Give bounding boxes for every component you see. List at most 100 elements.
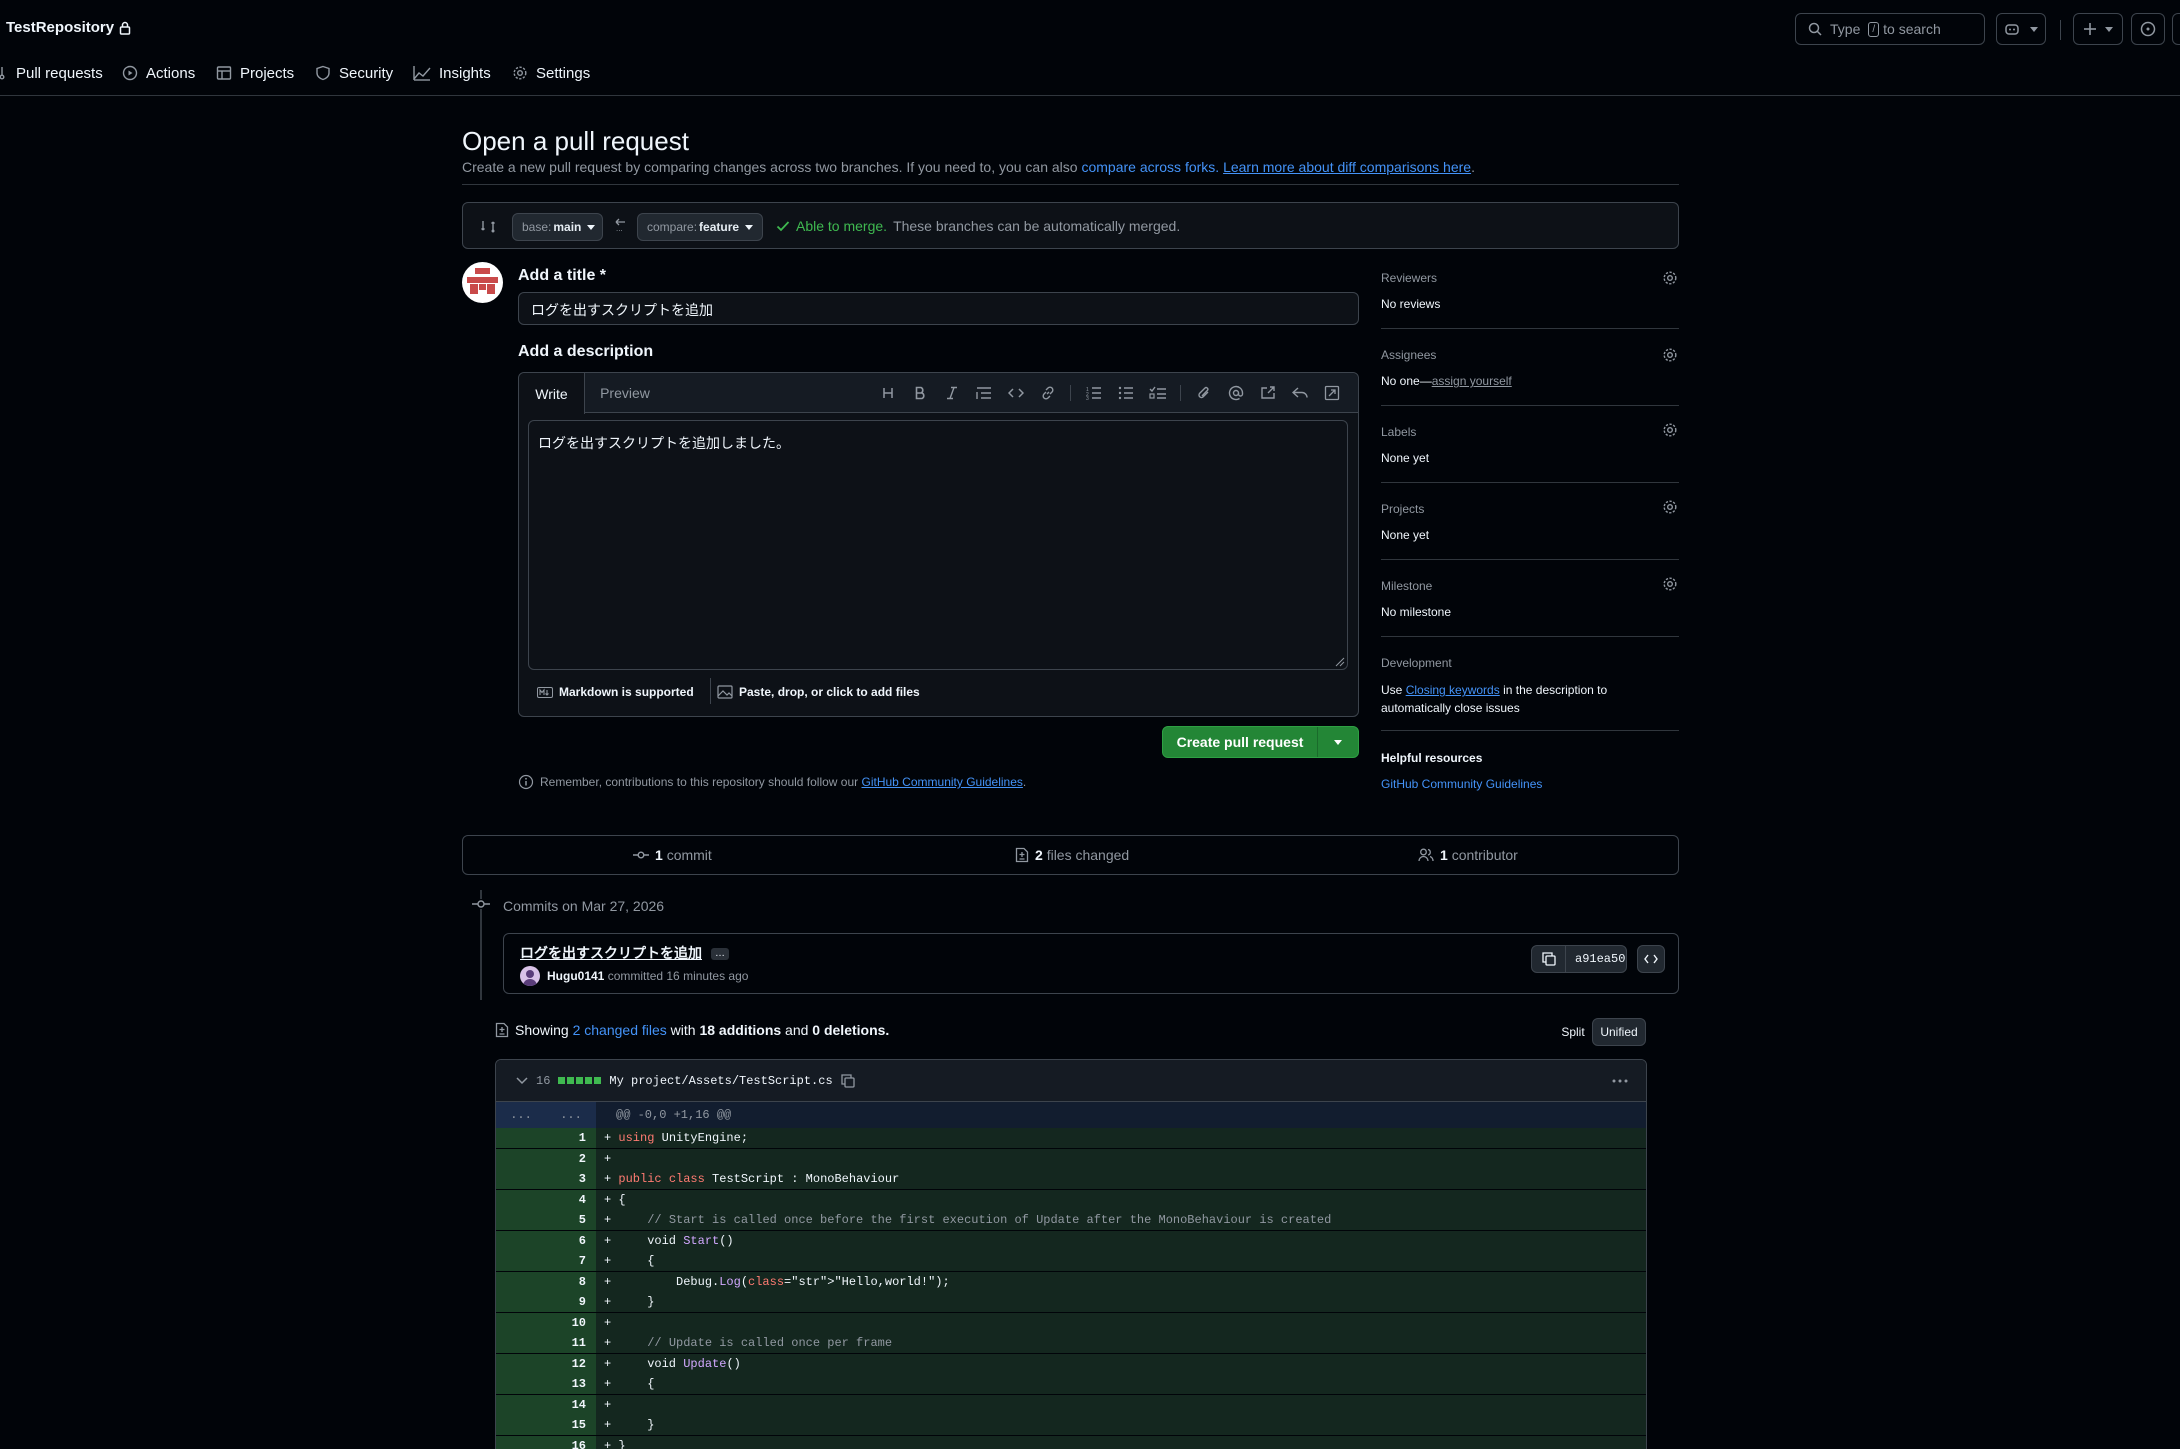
diff-line[interactable]: 2 + [496, 1148, 1646, 1169]
diff-line[interactable]: 14 + [496, 1394, 1646, 1415]
commit-expand-button[interactable]: … [711, 948, 729, 960]
line-number[interactable]: 4 [496, 1189, 596, 1210]
diff-line[interactable]: 16 + } [496, 1435, 1646, 1449]
chevron-down-icon[interactable] [516, 1076, 528, 1085]
labels-gear-icon[interactable] [1662, 422, 1678, 438]
diff-line[interactable]: 3 + public class TestScript : MonoBehavio… [496, 1169, 1646, 1189]
diff-line[interactable]: 15 + } [496, 1415, 1646, 1435]
compare-branch-select[interactable]: compare: feature [637, 213, 763, 241]
reviewers-label[interactable]: Reviewers [1381, 271, 1437, 285]
helpful-guidelines-link[interactable]: GitHub Community Guidelines [1381, 777, 1542, 791]
tab-preview[interactable]: Preview [585, 373, 665, 413]
line-number[interactable]: 10 [496, 1312, 596, 1333]
reviewers-gear-icon[interactable] [1662, 270, 1678, 286]
diff-line[interactable]: 4 + { [496, 1189, 1646, 1210]
assign-yourself-link[interactable]: assign yourself [1432, 374, 1512, 388]
create-pull-request-dropdown[interactable] [1318, 727, 1358, 757]
diff-line[interactable]: 6 + void Start() [496, 1230, 1646, 1251]
markdown-supported[interactable]: Markdown is supported [537, 685, 694, 699]
closing-keywords-link[interactable]: Closing keywords [1406, 683, 1500, 697]
task-list-icon[interactable] [1148, 383, 1168, 403]
diff-line[interactable]: 8 + Debug.Log(class="str">"Hello,world!")… [496, 1271, 1646, 1292]
paperclip-icon[interactable] [1194, 383, 1214, 403]
nav-insights[interactable]: Insights [413, 62, 491, 84]
contributors-stat[interactable]: 1 contributor [1418, 847, 1518, 863]
assignees-gear-icon[interactable] [1662, 347, 1678, 363]
labels-label[interactable]: Labels [1381, 425, 1416, 439]
hunk-expand-left[interactable]: ... [496, 1102, 546, 1128]
description-textarea[interactable]: ログを出すスクリプトを追加しました。 [528, 420, 1348, 670]
tab-write[interactable]: Write [519, 373, 585, 414]
nav-pull-requests[interactable]: Pull requests [0, 62, 103, 84]
italic-icon[interactable] [942, 383, 962, 403]
link-icon[interactable] [1038, 383, 1058, 403]
ordered-list-icon[interactable]: 123 [1084, 383, 1104, 403]
fullscreen-icon[interactable] [1322, 383, 1342, 403]
mention-icon[interactable] [1226, 383, 1246, 403]
bold-icon[interactable] [910, 383, 930, 403]
copy-sha-icon[interactable] [1532, 946, 1566, 972]
nav-projects[interactable]: Projects [216, 62, 294, 84]
line-number[interactable]: 9 [496, 1292, 596, 1312]
diff-file-path[interactable]: My project/Assets/TestScript.cs [609, 1074, 832, 1088]
line-number[interactable]: 14 [496, 1394, 596, 1415]
diff-line[interactable]: 13 + { [496, 1374, 1646, 1394]
kebab-menu-icon[interactable] [1612, 1079, 1628, 1083]
milestone-gear-icon[interactable] [1662, 576, 1678, 592]
diff-line[interactable]: 10 + [496, 1312, 1646, 1333]
files-stat[interactable]: 2 files changed [1015, 847, 1129, 863]
diff-line[interactable]: 11 + // Update is called once per frame [496, 1333, 1646, 1353]
diff-line[interactable]: 9 + } [496, 1292, 1646, 1312]
commit-message-link[interactable]: ログを出すスクリプトを追加 [520, 943, 702, 963]
commits-stat[interactable]: 1 commit [633, 847, 712, 863]
line-number[interactable]: 15 [496, 1415, 596, 1435]
milestone-label[interactable]: Milestone [1381, 579, 1432, 593]
changed-files-link[interactable]: 2 changed files [573, 1022, 667, 1038]
line-number[interactable]: 2 [496, 1148, 596, 1169]
line-number[interactable]: 8 [496, 1271, 596, 1292]
compare-forks-link[interactable]: compare across forks. [1081, 159, 1219, 175]
line-number[interactable]: 11 [496, 1333, 596, 1353]
diff-line[interactable]: 7 + { [496, 1251, 1646, 1271]
line-number[interactable]: 3 [496, 1169, 596, 1189]
attach-files[interactable]: Paste, drop, or click to add files [717, 685, 920, 699]
projects-gear-icon[interactable] [1662, 499, 1678, 515]
community-guidelines-link[interactable]: GitHub Community Guidelines [862, 775, 1023, 789]
line-number[interactable]: 16 [496, 1435, 596, 1449]
copy-icon[interactable] [841, 1073, 855, 1088]
repo-name[interactable]: TestRepository [6, 19, 114, 36]
diff-line[interactable]: 1 + using UnityEngine; [496, 1128, 1646, 1148]
browse-code-button[interactable] [1637, 945, 1665, 973]
create-new-button[interactable] [2073, 13, 2123, 45]
title-input[interactable]: ログを出すスクリプトを追加 [518, 292, 1359, 325]
nav-actions[interactable]: Actions [122, 62, 195, 84]
line-number[interactable]: 13 [496, 1374, 596, 1394]
quote-icon[interactable] [974, 383, 994, 403]
repo-title[interactable]: TestRepository [6, 19, 131, 36]
line-number[interactable]: 6 [496, 1230, 596, 1251]
projects-label[interactable]: Projects [1381, 502, 1424, 516]
cross-reference-icon[interactable] [1258, 383, 1278, 403]
commit-author[interactable]: Hugu0141 [547, 969, 604, 983]
copilot-button[interactable] [1996, 13, 2046, 45]
learn-more-link[interactable]: Learn more about diff comparisons here [1223, 159, 1471, 175]
diff-line[interactable]: 12 + void Update() [496, 1353, 1646, 1374]
nav-settings[interactable]: Settings [512, 62, 590, 84]
issues-button[interactable] [2131, 13, 2165, 45]
nav-security[interactable]: Security [315, 62, 393, 84]
line-number[interactable]: 12 [496, 1353, 596, 1374]
pull-requests-button[interactable] [2172, 13, 2180, 45]
unordered-list-icon[interactable] [1116, 383, 1136, 403]
base-branch-select[interactable]: base: main [512, 213, 603, 241]
diff-line[interactable]: 5 + // Start is called once before the fi… [496, 1210, 1646, 1230]
heading-icon[interactable] [878, 383, 898, 403]
split-view-button[interactable]: Split [1554, 1018, 1592, 1046]
commit-sha[interactable]: a91ea50 [1566, 952, 1625, 966]
avatar[interactable] [462, 262, 503, 303]
code-icon[interactable] [1006, 383, 1026, 403]
search-input[interactable]: Type / to search [1795, 13, 1985, 45]
line-number[interactable]: 7 [496, 1251, 596, 1271]
resize-handle-icon[interactable] [1335, 657, 1345, 667]
unified-view-button[interactable]: Unified [1592, 1018, 1646, 1046]
hunk-expand-right[interactable]: ... [546, 1102, 596, 1128]
